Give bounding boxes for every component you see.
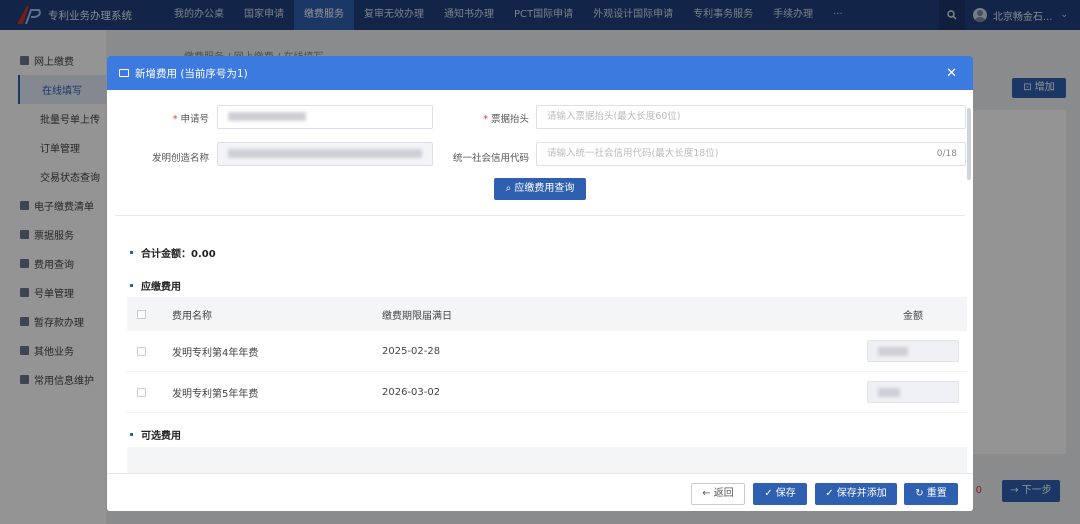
save-and-add-label: 保存并添加 [836, 488, 887, 499]
check-icon: ✓ [825, 488, 837, 499]
divider [115, 215, 965, 216]
check-icon: ✓ [764, 488, 776, 499]
invention-input [217, 142, 433, 166]
column-deadline: 缴费期限届满日 [382, 310, 452, 322]
fee-query-label: 应缴费用查询 [514, 183, 575, 194]
char-counter: 0/18 [936, 149, 957, 159]
save-label: 保存 [775, 488, 796, 499]
arrow-left-icon: ← [702, 488, 714, 499]
fee-query-button[interactable]: ⌕ 应缴费用查询 [494, 178, 586, 200]
table-header: 费用名称 缴费期限届满日 金额 [127, 297, 967, 331]
dialog-header: 新增费用 (当前序号为1) ✕ [107, 56, 973, 90]
due-fees-heading: 应缴费用 [130, 278, 181, 293]
add-fee-dialog: 新增费用 (当前序号为1) ✕ * 申请号 * 票据抬头 请输入票据抬头(最大长度6… [107, 56, 973, 511]
optional-fees-heading: 可选费用 [130, 427, 181, 442]
reset-label: 重置 [926, 488, 947, 499]
table-row: 发明专利第5年年费 2026-03-02 [127, 372, 967, 413]
invention-label: 发明创造名称 [151, 153, 209, 164]
row-checkbox[interactable] [137, 387, 146, 397]
amount-field[interactable] [867, 340, 959, 362]
due-fees-table: 费用名称 缴费期限届满日 金额 发明专利第4年年费 2025-02-28 发明专… [127, 297, 967, 413]
dialog-body: * 申请号 * 票据抬头 请输入票据抬头(最大长度60位) 发明创造名称 统一社会信… [107, 90, 973, 473]
table-row: 发明专利第4年年费 2025-02-28 [127, 331, 967, 372]
close-icon[interactable]: ✕ [946, 66, 957, 81]
total-amount: 合计金额：0.00 [130, 245, 216, 260]
app-no-label: * 申请号 [172, 114, 209, 125]
optional-fees-table [127, 447, 967, 473]
column-name: 费用名称 [172, 310, 212, 322]
reset-button[interactable]: ↻ 重置 [904, 483, 958, 505]
refresh-icon: ↻ [915, 488, 927, 499]
fee-deadline: 2025-02-28 [382, 345, 441, 357]
fee-name: 发明专利第5年年费 [172, 388, 259, 400]
fee-name: 发明专利第4年年费 [172, 347, 259, 359]
table-header [127, 447, 967, 473]
bill-title-label: * 票据抬头 [483, 114, 529, 125]
row-checkbox[interactable] [137, 346, 146, 356]
column-amount: 金额 [903, 310, 923, 322]
bill-title-input[interactable]: 请输入票据抬头(最大长度60位) [536, 105, 966, 129]
select-all-checkbox[interactable] [137, 309, 146, 319]
save-and-add-button[interactable]: ✓ 保存并添加 [815, 483, 897, 505]
scrollbar[interactable] [967, 108, 971, 180]
dialog-title: 新增费用 (当前序号为1) [135, 67, 248, 80]
amount-field[interactable] [867, 381, 959, 403]
credit-code-input[interactable]: 请输入统一社会信用代码(最大长度18位) 0/18 [536, 142, 966, 166]
back-label: 返回 [713, 488, 734, 499]
dialog-icon [119, 69, 129, 77]
fee-deadline: 2026-03-02 [382, 386, 441, 398]
save-button[interactable]: ✓ 保存 [753, 483, 807, 505]
back-button[interactable]: ← 返回 [691, 483, 745, 505]
dialog-footer: ← 返回 ✓ 保存 ✓ 保存并添加 ↻ 重置 [107, 473, 973, 511]
credit-code-label: 统一社会信用代码 [452, 153, 529, 164]
app-no-input[interactable] [217, 105, 433, 129]
